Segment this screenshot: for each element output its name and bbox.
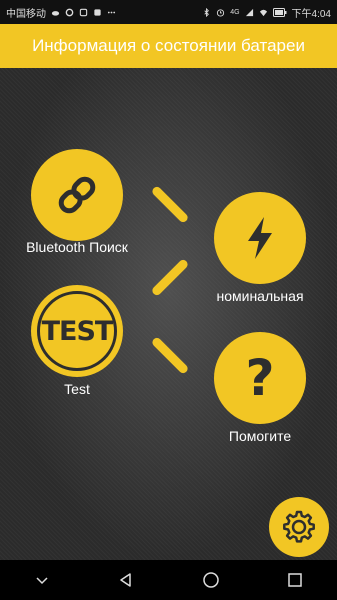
test-label: Test	[64, 381, 90, 397]
bluetooth-icon	[204, 7, 210, 17]
link-icon	[58, 176, 96, 214]
nominal-button[interactable]	[214, 192, 306, 284]
page-title: Информация о состоянии батареи	[32, 36, 305, 55]
more-icon	[107, 11, 116, 13]
qq-icon	[65, 8, 74, 16]
nominal-label: номинальная	[216, 288, 304, 304]
nav-recents-button[interactable]	[275, 560, 315, 600]
bluetooth-search-label: Bluetooth Поиск	[26, 239, 128, 255]
help-button[interactable]: ?	[214, 332, 306, 424]
test-badge-text: TEST	[41, 315, 114, 347]
test-badge: TEST	[37, 291, 117, 371]
lightning-icon	[248, 217, 272, 259]
battery-icon	[272, 7, 287, 17]
question-icon: ?	[245, 349, 275, 407]
signal-icon	[245, 8, 253, 16]
bluetooth-search-button[interactable]	[31, 149, 123, 241]
back-triangle-icon	[120, 573, 132, 587]
carrier-name: 中国移动	[6, 8, 46, 20]
status-right: 4G 下午4:04	[202, 5, 331, 20]
home-circle-icon	[202, 572, 219, 588]
recents-square-icon	[288, 573, 302, 587]
navigation-bar	[0, 560, 337, 600]
wifi-icon	[259, 9, 267, 16]
gear-icon	[283, 510, 315, 543]
cloud-icon	[51, 10, 60, 16]
nav-home-button[interactable]	[191, 560, 231, 600]
settings-button[interactable]	[269, 497, 329, 557]
test-button[interactable]: TEST	[31, 285, 123, 377]
status-time: 下午4:04	[291, 8, 331, 20]
connector-dash	[150, 336, 190, 375]
connector-dash	[150, 258, 190, 297]
app-bar: Информация о состоянии батареи	[0, 24, 337, 68]
connector-dash	[150, 185, 190, 224]
status-left: 中国移动	[6, 5, 116, 20]
status-bar: 中国移动 4G 下午4:04	[0, 0, 337, 24]
main-content: Bluetooth Поиск TEST Test номинальная ? …	[0, 68, 337, 560]
notification-icon	[79, 8, 88, 16]
help-label: Помогите	[228, 428, 292, 444]
notification-icon-2	[94, 8, 101, 16]
alarm-icon	[217, 8, 225, 17]
nav-back-button[interactable]	[106, 560, 146, 600]
chevron-down-icon	[36, 577, 48, 585]
nav-collapse-button[interactable]	[22, 560, 62, 600]
network-type: 4G	[230, 8, 240, 16]
